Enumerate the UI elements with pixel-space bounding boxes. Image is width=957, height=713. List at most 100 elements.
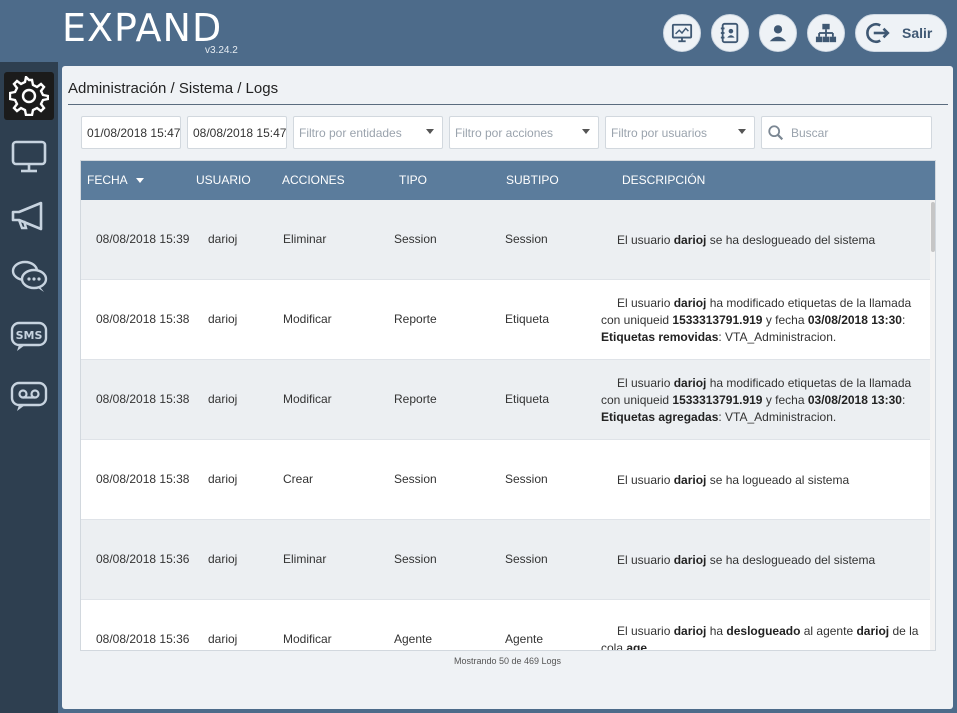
chat-icon xyxy=(11,260,48,292)
description-segment: se ha deslogueado del sistema xyxy=(706,552,876,567)
cell-fecha: 08/08/2018 15:39 xyxy=(96,232,190,246)
sort-desc-icon[interactable] xyxy=(135,178,144,184)
exit-label: Salir xyxy=(902,25,933,41)
cell-usuario: darioj xyxy=(208,232,238,246)
description-text: El usuario darioj ha deslogueado al agen… xyxy=(601,623,923,650)
column-header-descripcion[interactable]: DESCRIPCIÓN xyxy=(622,173,705,187)
cell-tipo: Reporte xyxy=(394,392,437,406)
description-segment: El usuario xyxy=(617,232,674,247)
cell-tipo: Session xyxy=(394,472,437,486)
description-segment: ha xyxy=(706,624,727,638)
chevron-down-icon xyxy=(426,129,434,134)
cell-usuario: darioj xyxy=(208,472,238,486)
dashboard-button[interactable] xyxy=(663,14,701,52)
description-highlight: 1533313791.919 xyxy=(672,312,763,327)
sidebar-item-campaigns[interactable] xyxy=(4,192,54,240)
exit-button[interactable]: Salir xyxy=(855,14,947,52)
description-segment: se ha logueado al sistema xyxy=(706,472,850,487)
logo-text: EXPAND xyxy=(62,6,223,50)
cell-descripcion: El usuario darioj se ha deslogueado del … xyxy=(601,200,923,280)
description-text: El usuario darioj se ha logueado al sist… xyxy=(601,472,849,489)
cell-tipo: Agente xyxy=(394,632,433,646)
expand-logo[interactable]: EXPAND xyxy=(62,6,222,50)
actions-filter-select[interactable]: Filtro por acciones xyxy=(449,116,599,149)
search-placeholder: Buscar xyxy=(791,125,829,140)
description-segment: y fecha xyxy=(762,312,808,327)
description-text: El usuario darioj se ha deslogueado del … xyxy=(601,232,875,249)
column-header-acciones[interactable]: ACCIONES xyxy=(282,173,345,187)
chevron-down-icon xyxy=(738,129,746,134)
description-highlight: Etiquetas removidas xyxy=(601,329,719,344)
search-input[interactable]: Buscar xyxy=(761,116,932,149)
description-highlight: deslogueado xyxy=(726,624,801,638)
cell-fecha: 08/08/2018 15:38 xyxy=(96,392,190,406)
scrollbar-thumb[interactable] xyxy=(931,202,935,252)
table-row[interactable]: 08/08/2018 15:36 darioj Modificar Agente Age… xyxy=(81,600,930,650)
table-row[interactable]: 08/08/2018 15:38 darioj Modificar Reporte Et… xyxy=(81,360,930,440)
column-header-subtipo[interactable]: SUBTIPO xyxy=(506,173,559,187)
description-segment: El usuario xyxy=(617,375,674,390)
cell-tipo: Reporte xyxy=(394,312,437,326)
cell-accion: Modificar xyxy=(283,312,332,326)
cell-fecha: 08/08/2018 15:38 xyxy=(96,472,190,486)
column-header-label: FECHA xyxy=(87,173,128,187)
description-segment: El usuario xyxy=(617,472,674,487)
chevron-down-icon xyxy=(582,129,590,134)
cell-descripcion: El usuario darioj se ha deslogueado del … xyxy=(601,520,923,600)
cell-subtipo: Session xyxy=(505,472,548,486)
cell-tipo: Session xyxy=(394,232,437,246)
cell-fecha: 08/08/2018 15:36 xyxy=(96,632,190,646)
monitor-icon xyxy=(11,140,47,173)
cell-subtipo: Etiqueta xyxy=(505,392,550,406)
table-row[interactable]: 08/08/2018 15:36 darioj Eliminar Session Ses… xyxy=(81,520,930,600)
description-text: El usuario darioj ha modificado etiqueta… xyxy=(601,375,923,426)
cell-usuario: darioj xyxy=(208,312,238,326)
sidebar-item-voicemail[interactable] xyxy=(4,372,54,420)
dashboard-icon xyxy=(671,23,693,43)
table-row[interactable]: 08/08/2018 15:38 darioj Crear Session Sessio… xyxy=(81,440,930,520)
gear-icon xyxy=(9,76,49,116)
contacts-button[interactable] xyxy=(711,14,749,52)
logout-icon xyxy=(866,23,890,43)
description-segment: El usuario xyxy=(617,624,674,638)
description-highlight: Etiquetas agregadas xyxy=(601,409,719,424)
cell-descripcion: El usuario darioj ha modificado etiqueta… xyxy=(601,360,923,440)
app-version: v3.24.2 xyxy=(205,45,238,56)
app-header: EXPAND v3.24.2 Salir xyxy=(0,0,957,62)
description-highlight: darioj xyxy=(673,232,707,247)
description-highlight: 1533313791.919 xyxy=(672,392,763,407)
users-filter-placeholder: Filtro por usuarios xyxy=(611,125,708,140)
sidebar-item-sms[interactable]: SMS xyxy=(4,312,54,360)
description-segment: y fecha xyxy=(762,392,808,407)
user-button[interactable] xyxy=(759,14,797,52)
sidebar-item-chat[interactable] xyxy=(4,252,54,300)
hierarchy-button[interactable] xyxy=(807,14,845,52)
description-highlight: 03/08/2018 13:30 xyxy=(807,392,902,407)
date-from-input[interactable]: 01/08/2018 15:47 xyxy=(81,116,181,149)
user-icon xyxy=(769,25,787,42)
cell-usuario: darioj xyxy=(208,632,238,646)
cell-accion: Eliminar xyxy=(283,232,327,246)
description-segment: : xyxy=(901,392,906,407)
description-segment: se ha deslogueado del sistema xyxy=(706,232,876,247)
cell-accion: Crear xyxy=(283,472,314,486)
table-scrollbar[interactable] xyxy=(930,200,935,650)
cell-descripcion: El usuario darioj ha deslogueado al agen… xyxy=(601,600,923,650)
description-highlight: darioj xyxy=(673,295,707,310)
table-row[interactable]: 08/08/2018 15:39 darioj Eliminar Session Ses… xyxy=(81,200,930,280)
description-segment: El usuario xyxy=(617,295,674,310)
column-header-fecha[interactable]: FECHA xyxy=(87,173,144,187)
users-filter-select[interactable]: Filtro por usuarios xyxy=(605,116,755,149)
sidebar-item-admin[interactable] xyxy=(4,72,54,120)
table-row[interactable]: 08/08/2018 15:38 darioj Modificar Reporte Et… xyxy=(81,280,930,360)
cell-descripcion: El usuario darioj se ha logueado al sist… xyxy=(601,440,923,520)
entities-filter-select[interactable]: Filtro por entidades xyxy=(293,116,443,149)
column-header-usuario[interactable]: USUARIO xyxy=(196,173,251,187)
sidebar-item-monitor[interactable] xyxy=(4,132,54,180)
column-header-tipo[interactable]: TIPO xyxy=(399,173,427,187)
description-segment: El usuario xyxy=(617,552,674,567)
date-to-input[interactable]: 08/08/2018 15:47 xyxy=(187,116,287,149)
cell-subtipo: Agente xyxy=(505,632,544,646)
description-highlight: darioj xyxy=(673,472,707,487)
voicemail-icon xyxy=(10,381,48,411)
